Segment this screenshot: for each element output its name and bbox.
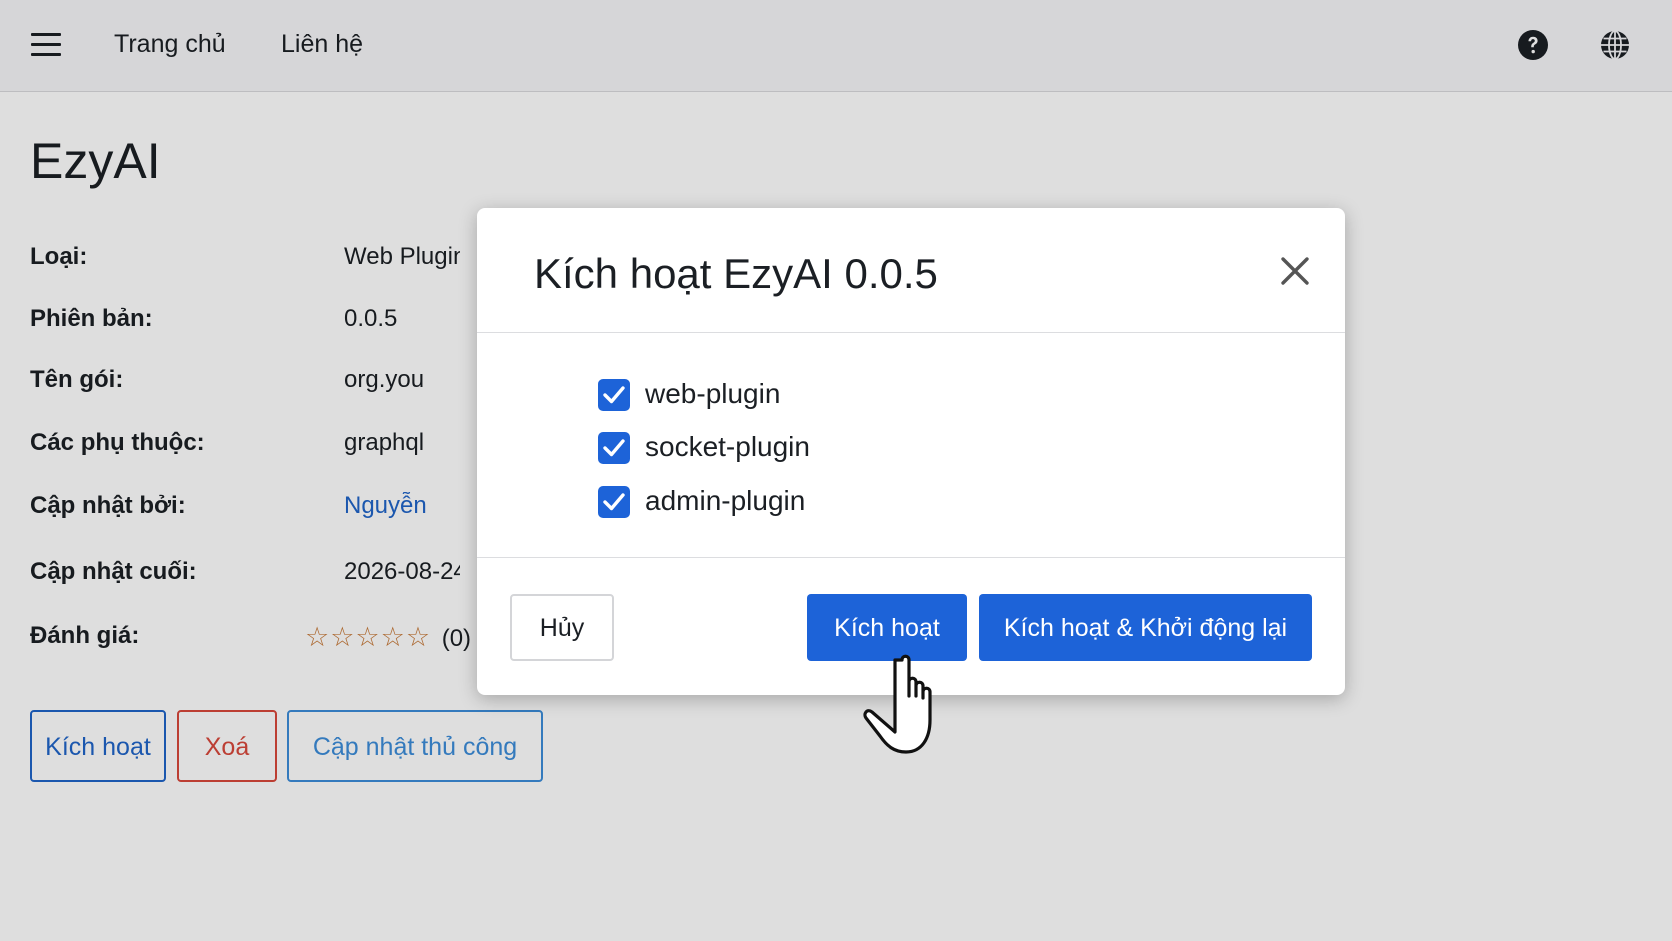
modal-header: Kích hoạt EzyAI 0.0.5 — [477, 208, 1345, 333]
checkbox-checked[interactable] — [598, 379, 630, 411]
cancel-button[interactable]: Hủy — [510, 594, 614, 661]
activate-modal: Kích hoạt EzyAI 0.0.5 web-plugin socket-… — [477, 208, 1345, 695]
close-icon[interactable] — [1280, 256, 1310, 286]
checkmark-icon — [603, 439, 625, 457]
cancel-button-label: Hủy — [539, 614, 585, 642]
modal-title: Kích hoạt EzyAI 0.0.5 — [534, 250, 938, 297]
option-label: web-plugin — [645, 378, 781, 409]
checkbox-checked[interactable] — [598, 432, 630, 464]
activate-restart-button[interactable]: Kích hoạt & Khởi động lại — [979, 594, 1312, 661]
hand-pointer-cursor-icon — [863, 654, 932, 754]
activate-restart-button-label: Kích hoạt & Khởi động lại — [1003, 614, 1288, 642]
option-label: socket-plugin — [645, 431, 810, 462]
checkbox-checked[interactable] — [598, 486, 630, 518]
modal-body: web-plugin socket-plugin admin-plugin — [477, 333, 1345, 566]
checkmark-icon — [603, 493, 625, 511]
option-label: admin-plugin — [645, 485, 806, 516]
checkmark-icon — [603, 386, 625, 404]
